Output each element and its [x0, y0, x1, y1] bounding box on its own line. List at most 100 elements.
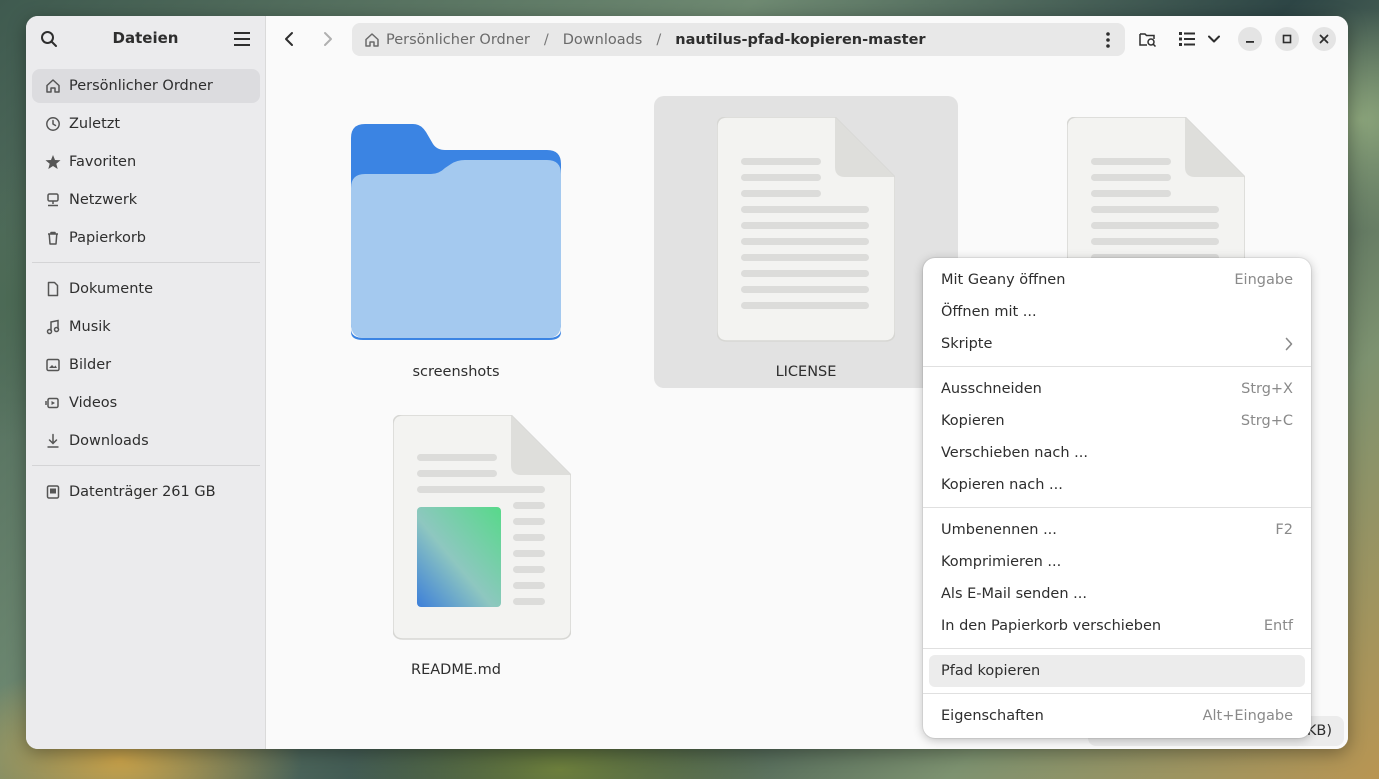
- menu-item-label: Kopieren nach ...: [941, 477, 1063, 493]
- drive-icon: [46, 485, 60, 499]
- file-name: screenshots: [412, 364, 500, 380]
- minimize-icon: [1246, 41, 1254, 43]
- sidebar-item-network[interactable]: Netzwerk: [32, 183, 260, 217]
- breadcrumb-current[interactable]: nautilus-pfad-kopieren-master: [675, 32, 925, 48]
- menu-item-shortcut: Alt+Eingabe: [1202, 708, 1293, 724]
- menu-item-send-email[interactable]: Als E-Mail senden ...: [929, 578, 1305, 610]
- sidebar-item-label: Dokumente: [69, 281, 154, 297]
- sidebar-item-starred[interactable]: Favoriten: [32, 145, 260, 179]
- sidebar-separator: [32, 262, 260, 263]
- breadcrumb-downloads[interactable]: Downloads: [563, 32, 643, 48]
- menu-item-label: Kopieren: [941, 413, 1005, 429]
- chevron-left-icon: [285, 32, 293, 46]
- menu-item-label: In den Papierkorb verschieben: [941, 618, 1162, 634]
- network-icon: [47, 193, 59, 207]
- sidebar-item-drive[interactable]: Datenträger 261 GB: [32, 475, 260, 509]
- sidebar-header: Dateien: [26, 16, 265, 62]
- menu-item-shortcut: Eingabe: [1234, 272, 1293, 288]
- path-menu-button[interactable]: [1093, 23, 1123, 56]
- sidebar: Dateien Persönlicher Ordner Zuletzt Favo…: [26, 16, 266, 749]
- chevron-down-icon: [1208, 35, 1220, 43]
- menu-item-copy[interactable]: Kopieren Strg+C: [929, 405, 1305, 437]
- image-icon: [46, 358, 60, 372]
- menu-item-label: Öffnen mit ...: [941, 304, 1037, 320]
- download-icon: [47, 433, 59, 448]
- menu-item-move-to[interactable]: Verschieben nach ...: [929, 437, 1305, 469]
- close-icon: [1319, 34, 1329, 44]
- sidebar-list: Persönlicher Ordner Zuletzt Favoriten Ne…: [32, 69, 260, 513]
- menu-item-open-with[interactable]: Öffnen mit ...: [929, 296, 1305, 328]
- menu-separator: [923, 648, 1311, 649]
- clock-icon: [46, 117, 60, 131]
- menu-item-shortcut: Strg+C: [1240, 413, 1293, 429]
- vertical-dots-icon: [1106, 31, 1110, 48]
- header-bar: Persönlicher Ordner / Downloads / nautil…: [266, 16, 1348, 62]
- menu-item-move-to-trash[interactable]: In den Papierkorb verschieben Entf: [929, 610, 1305, 642]
- trash-icon: [48, 231, 58, 245]
- menu-separator: [923, 366, 1311, 367]
- menu-item-shortcut: F2: [1275, 522, 1293, 538]
- file-name: README.md: [411, 662, 501, 678]
- hamburger-menu-icon: [234, 32, 250, 46]
- text-file-icon: [717, 117, 895, 342]
- close-button[interactable]: [1312, 27, 1336, 51]
- chevron-right-icon: [324, 32, 332, 46]
- sidebar-item-label: Persönlicher Ordner: [69, 78, 213, 94]
- file-item-folder[interactable]: screenshots: [304, 80, 608, 380]
- sidebar-item-documents[interactable]: Dokumente: [32, 272, 260, 306]
- menu-item-properties[interactable]: Eigenschaften Alt+Eingabe: [929, 700, 1305, 732]
- home-icon: [46, 79, 60, 93]
- folder-icon: [351, 124, 561, 340]
- breadcrumb-separator: /: [656, 31, 662, 48]
- view-list-button[interactable]: [1170, 22, 1204, 56]
- menu-item-open-with-geany[interactable]: Mit Geany öffnen Eingabe: [929, 264, 1305, 296]
- music-icon: [46, 319, 60, 335]
- view-options-button[interactable]: [1202, 22, 1226, 56]
- breadcrumb-label: Persönlicher Ordner: [386, 31, 530, 48]
- forward-button[interactable]: [311, 22, 345, 56]
- sidebar-item-label: Netzwerk: [69, 192, 138, 208]
- menu-item-copy-path[interactable]: Pfad kopieren: [929, 655, 1305, 687]
- menu-item-compress[interactable]: Komprimieren ...: [929, 546, 1305, 578]
- sidebar-item-trash[interactable]: Papierkorb: [32, 221, 260, 255]
- menu-separator: [923, 507, 1311, 508]
- sidebar-item-label: Videos: [69, 395, 118, 411]
- maximize-icon: [1282, 34, 1292, 44]
- breadcrumb-home[interactable]: Persönlicher Ordner: [364, 32, 530, 48]
- document-icon: [47, 281, 59, 297]
- main-menu-button[interactable]: [225, 22, 259, 56]
- chevron-right-icon: [1285, 337, 1293, 351]
- breadcrumb-separator: /: [543, 31, 549, 48]
- menu-item-scripts[interactable]: Skripte: [929, 328, 1305, 360]
- menu-item-label: Pfad kopieren: [941, 663, 1041, 679]
- sidebar-item-label: Papierkorb: [69, 230, 147, 246]
- file-item-license[interactable]: LICENSE: [654, 96, 958, 388]
- menu-item-copy-to[interactable]: Kopieren nach ...: [929, 469, 1305, 501]
- menu-item-label: Mit Geany öffnen: [941, 272, 1066, 288]
- menu-item-shortcut: Entf: [1263, 618, 1293, 634]
- search-folder-button[interactable]: [1131, 22, 1165, 56]
- sidebar-item-downloads[interactable]: Downloads: [32, 424, 260, 458]
- back-button[interactable]: [272, 22, 306, 56]
- folder-search-icon: [1139, 33, 1157, 47]
- file-item-readme[interactable]: README.md: [304, 396, 608, 696]
- menu-item-label: Verschieben nach ...: [941, 445, 1088, 461]
- minimize-button[interactable]: [1238, 27, 1262, 51]
- sidebar-item-pictures[interactable]: Bilder: [32, 348, 260, 382]
- menu-item-label: Umbenennen ...: [941, 522, 1057, 538]
- markdown-file-icon: [393, 415, 571, 640]
- sidebar-item-videos[interactable]: Videos: [32, 386, 260, 420]
- menu-item-rename[interactable]: Umbenennen ... F2: [929, 514, 1305, 546]
- sidebar-item-music[interactable]: Musik: [32, 310, 260, 344]
- maximize-button[interactable]: [1275, 27, 1299, 51]
- sidebar-item-recent[interactable]: Zuletzt: [32, 107, 260, 141]
- menu-item-cut[interactable]: Ausschneiden Strg+X: [929, 373, 1305, 405]
- list-view-icon: [1179, 32, 1195, 46]
- file-name: LICENSE: [775, 364, 837, 380]
- sidebar-item-home[interactable]: Persönlicher Ordner: [32, 69, 260, 103]
- context-menu: Mit Geany öffnen Eingabe Öffnen mit ... …: [923, 258, 1311, 738]
- home-icon: [365, 32, 379, 47]
- sidebar-item-label: Favoriten: [69, 154, 137, 170]
- sidebar-item-label: Bilder: [69, 357, 112, 373]
- star-icon: [45, 155, 61, 169]
